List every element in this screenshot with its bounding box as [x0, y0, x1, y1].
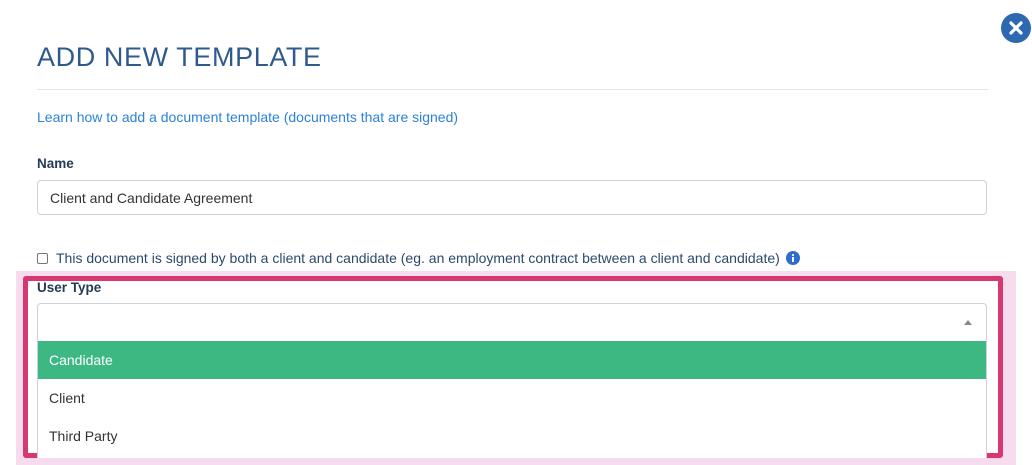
title-divider	[37, 89, 988, 90]
caret-up-icon	[964, 320, 972, 325]
close-icon	[1009, 21, 1023, 35]
both-signers-label: This document is signed by both a client…	[56, 250, 780, 266]
name-label: Name	[37, 156, 74, 171]
both-signers-row: This document is signed by both a client…	[37, 249, 800, 267]
option-client[interactable]: Client	[38, 379, 986, 417]
user-type-select[interactable]	[37, 303, 987, 341]
add-template-modal: ADD NEW TEMPLATE Learn how to add a docu…	[0, 0, 1032, 465]
info-icon[interactable]	[785, 251, 800, 265]
option-candidate[interactable]: Candidate	[38, 341, 986, 379]
option-third-party[interactable]: Third Party	[38, 417, 986, 455]
name-input[interactable]	[37, 180, 987, 215]
user-type-dropdown: Candidate Client Third Party	[37, 341, 987, 458]
close-button[interactable]	[1001, 13, 1031, 43]
both-signers-checkbox[interactable]	[37, 252, 48, 264]
help-link[interactable]: Learn how to add a document template (do…	[37, 108, 458, 126]
modal-title: ADD NEW TEMPLATE	[37, 42, 322, 72]
user-type-label: User Type	[37, 280, 102, 295]
